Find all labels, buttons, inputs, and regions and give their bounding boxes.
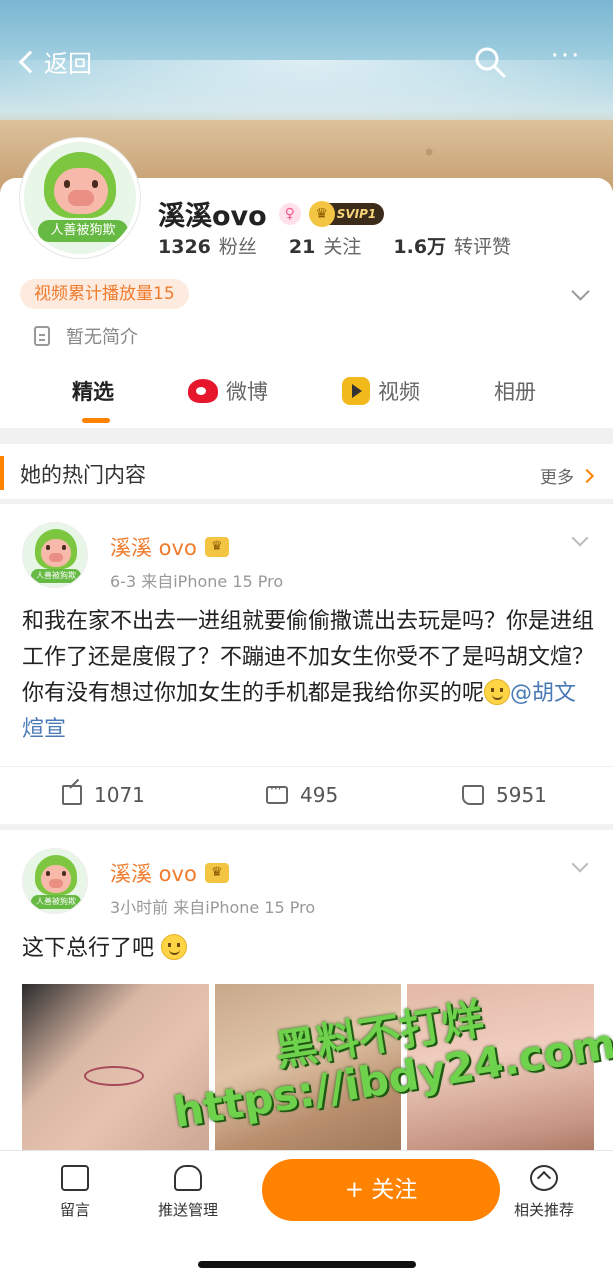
search-icon bbox=[475, 47, 506, 78]
stat-followers[interactable]: 1326 粉丝 bbox=[158, 232, 257, 259]
tab-weibo[interactable]: 微博 bbox=[188, 376, 268, 406]
chevron-right-icon bbox=[579, 468, 595, 483]
top-nav: 返回 ··· bbox=[0, 30, 613, 90]
post-card[interactable]: 人善被狗欺 溪溪 ovo ♛ 6-3 来自iPhone 15 Pro 和我在家不… bbox=[0, 504, 613, 824]
tab-featured[interactable]: 精选 bbox=[72, 376, 114, 406]
name-row: 溪溪ovo ♀ ♛ SVIP1 bbox=[158, 194, 385, 233]
like-button[interactable]: 5951 bbox=[462, 783, 547, 807]
bottom-action-bar: 留言 推送管理 + 关注 相关推荐 bbox=[0, 1150, 613, 1280]
back-button[interactable]: 返回 bbox=[16, 44, 92, 79]
post-text: 这下总行了吧 bbox=[22, 930, 188, 962]
chevron-left-icon bbox=[18, 50, 42, 73]
chevron-down-icon[interactable] bbox=[571, 282, 590, 301]
smile-emoji-icon bbox=[161, 934, 188, 960]
profile-name: 溪溪ovo bbox=[158, 201, 267, 232]
smile-emoji-icon bbox=[484, 679, 511, 705]
post-menu-chevron-icon[interactable] bbox=[571, 855, 589, 873]
post-author[interactable]: 溪溪 ovo ♛ bbox=[110, 532, 229, 562]
section-title: 她的热门内容 bbox=[20, 463, 146, 487]
follow-button[interactable]: + 关注 bbox=[262, 1159, 500, 1221]
message-icon bbox=[61, 1165, 89, 1191]
bio-text: 暂无简介 bbox=[66, 327, 138, 348]
tab-underline bbox=[82, 418, 110, 423]
search-button[interactable] bbox=[474, 46, 506, 78]
crown-icon: ♛ bbox=[308, 200, 335, 227]
more-link[interactable]: 更多 bbox=[540, 463, 595, 488]
bell-icon bbox=[174, 1165, 202, 1191]
post-images bbox=[22, 984, 595, 1160]
svip-badge[interactable]: ♛ SVIP1 bbox=[308, 200, 385, 227]
post-meta: 6-3 来自iPhone 15 Pro bbox=[110, 572, 284, 591]
share-icon bbox=[62, 785, 82, 805]
avatar[interactable]: 人善被狗欺 bbox=[20, 138, 140, 258]
post-actions: 1071 495 5951 bbox=[0, 766, 613, 824]
post-text: 和我在家不出去一进组就要偷偷撒谎出去玩是吗？你是进组工作了还是度假了？不蹦迪不加… bbox=[22, 609, 595, 742]
push-settings-button[interactable]: 推送管理 bbox=[158, 1165, 218, 1220]
post-avatar[interactable]: 人善被狗欺 bbox=[22, 848, 88, 914]
avatar-tag: 人善被狗欺 bbox=[31, 895, 81, 909]
stat-interactions[interactable]: 1.6万 转评赞 bbox=[393, 232, 511, 259]
post-card[interactable]: 人善被狗欺 溪溪 ovo ♛ 3小时前 来自iPhone 15 Pro 这下总行… bbox=[0, 830, 613, 1160]
comment-button[interactable]: 495 bbox=[266, 782, 338, 807]
post-image[interactable] bbox=[407, 984, 595, 1160]
post-author[interactable]: 溪溪 ovo ♛ bbox=[110, 858, 229, 888]
hot-content-header: 她的热门内容 更多 bbox=[0, 444, 613, 500]
female-icon: ♀ bbox=[278, 202, 301, 225]
profile-stats: 1326 粉丝 21 关注 1.6万 转评赞 bbox=[158, 232, 543, 259]
crown-icon: ♛ bbox=[204, 537, 229, 557]
document-icon bbox=[34, 326, 50, 346]
post-image[interactable] bbox=[22, 984, 209, 1160]
home-indicator bbox=[198, 1261, 416, 1268]
weibo-icon bbox=[188, 379, 218, 403]
video-icon bbox=[342, 377, 370, 405]
up-arrow-circle-icon bbox=[530, 1165, 558, 1191]
post-meta: 3小时前 来自iPhone 15 Pro bbox=[110, 898, 316, 917]
svip-label: SVIP1 bbox=[336, 206, 377, 221]
tab-album[interactable]: 相册 bbox=[494, 376, 536, 406]
post-avatar[interactable]: 人善被狗欺 bbox=[22, 522, 88, 588]
profile-card: 人善被狗欺 溪溪ovo ♀ ♛ SVIP1 1326 粉丝 21 关注 1.6万 转评… bbox=[0, 138, 613, 428]
thumbs-up-icon bbox=[462, 785, 484, 805]
play-count-badge[interactable]: 视频累计播放量15 bbox=[20, 279, 189, 309]
back-label: 返回 bbox=[44, 50, 92, 78]
message-button[interactable]: 留言 bbox=[60, 1165, 90, 1220]
section-accent-bar bbox=[0, 456, 4, 490]
more-options-button[interactable]: ··· bbox=[546, 43, 586, 78]
tab-video[interactable]: 视频 bbox=[342, 376, 420, 406]
comment-icon bbox=[266, 782, 288, 804]
related-recommend-button[interactable]: 相关推荐 bbox=[514, 1165, 574, 1220]
post-menu-chevron-icon[interactable] bbox=[571, 529, 589, 547]
crown-icon: ♛ bbox=[204, 863, 229, 883]
post-image[interactable] bbox=[214, 984, 402, 1160]
stat-following[interactable]: 21 关注 bbox=[289, 232, 361, 259]
bio: 暂无简介 bbox=[34, 323, 138, 349]
repost-button[interactable]: 1071 bbox=[62, 783, 145, 807]
avatar-tag: 人善被狗欺 bbox=[31, 569, 81, 583]
avatar-tag: 人善被狗欺 bbox=[38, 220, 128, 242]
